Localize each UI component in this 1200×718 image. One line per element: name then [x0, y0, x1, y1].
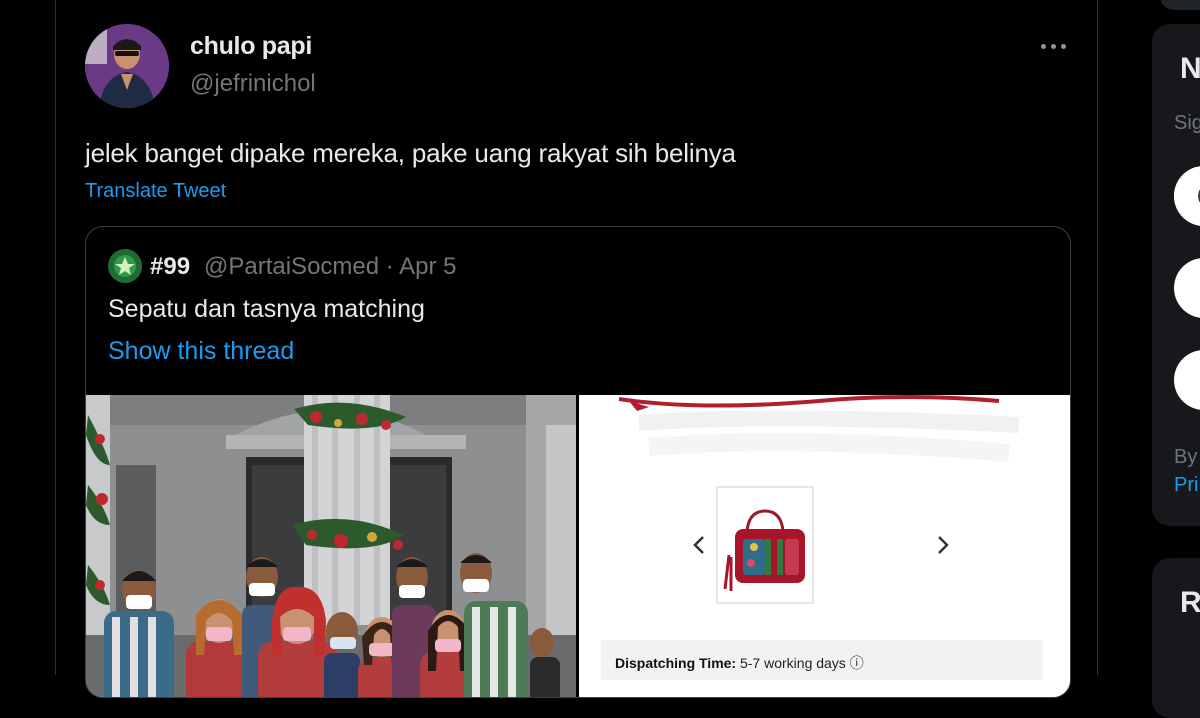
tweet-text: jelek banget dipake mereka, pake uang ra…: [85, 138, 736, 168]
group-photo[interactable]: [86, 395, 576, 697]
sidebar-card-2-title: R: [1180, 586, 1200, 619]
product-screenshot[interactable]: Dispatching Time: 5-7 working days ⓘ: [579, 395, 1070, 697]
timeline-border-right: [1097, 0, 1098, 675]
timeline-border-left: [55, 0, 56, 675]
chevron-left-icon[interactable]: [689, 533, 709, 557]
chevron-right-icon[interactable]: [933, 533, 953, 557]
dispatch-info-bar: Dispatching Time: 5-7 working days ⓘ: [601, 640, 1043, 680]
more-options-icon[interactable]: [1036, 32, 1072, 60]
dispatch-text: Dispatching Time: 5-7 working days ⓘ: [615, 653, 864, 673]
dispatch-value: 5-7 working days: [739, 655, 846, 671]
sidebar-card-subtitle: Sig: [1174, 112, 1200, 134]
quoted-display-name[interactable]: #99: [150, 253, 190, 281]
show-thread-link[interactable]: Show this thread: [108, 337, 294, 366]
translate-tweet-link[interactable]: Translate Tweet: [85, 180, 226, 203]
sidebar-card-2: [1152, 558, 1200, 718]
sidebar-card-title: N: [1180, 52, 1200, 85]
quoted-avatar[interactable]: [108, 249, 142, 283]
sidebar-option-1[interactable]: [1174, 166, 1200, 226]
search-box-edge[interactable]: [1160, 0, 1200, 10]
sidebar-terms-text: By: [1174, 446, 1198, 468]
more-dot: [1061, 44, 1066, 49]
more-dot: [1051, 44, 1056, 49]
more-dot: [1041, 44, 1046, 49]
quoted-handle-date[interactable]: @PartaiSocmed · Apr 5: [204, 253, 456, 281]
author-handle[interactable]: @jefrinichol: [190, 70, 316, 98]
author-avatar[interactable]: [85, 24, 169, 108]
dispatch-label: Dispatching Time:: [615, 655, 737, 671]
sidebar-privacy-link[interactable]: Pri: [1174, 474, 1198, 497]
quoted-tweet-card[interactable]: #99 @PartaiSocmed · Apr 5 Sepatu dan tas…: [85, 226, 1071, 698]
author-display-name[interactable]: chulo papi: [190, 32, 312, 61]
quoted-tweet-text: Sepatu dan tasnya matching: [108, 295, 425, 323]
info-icon: ⓘ: [849, 655, 864, 671]
